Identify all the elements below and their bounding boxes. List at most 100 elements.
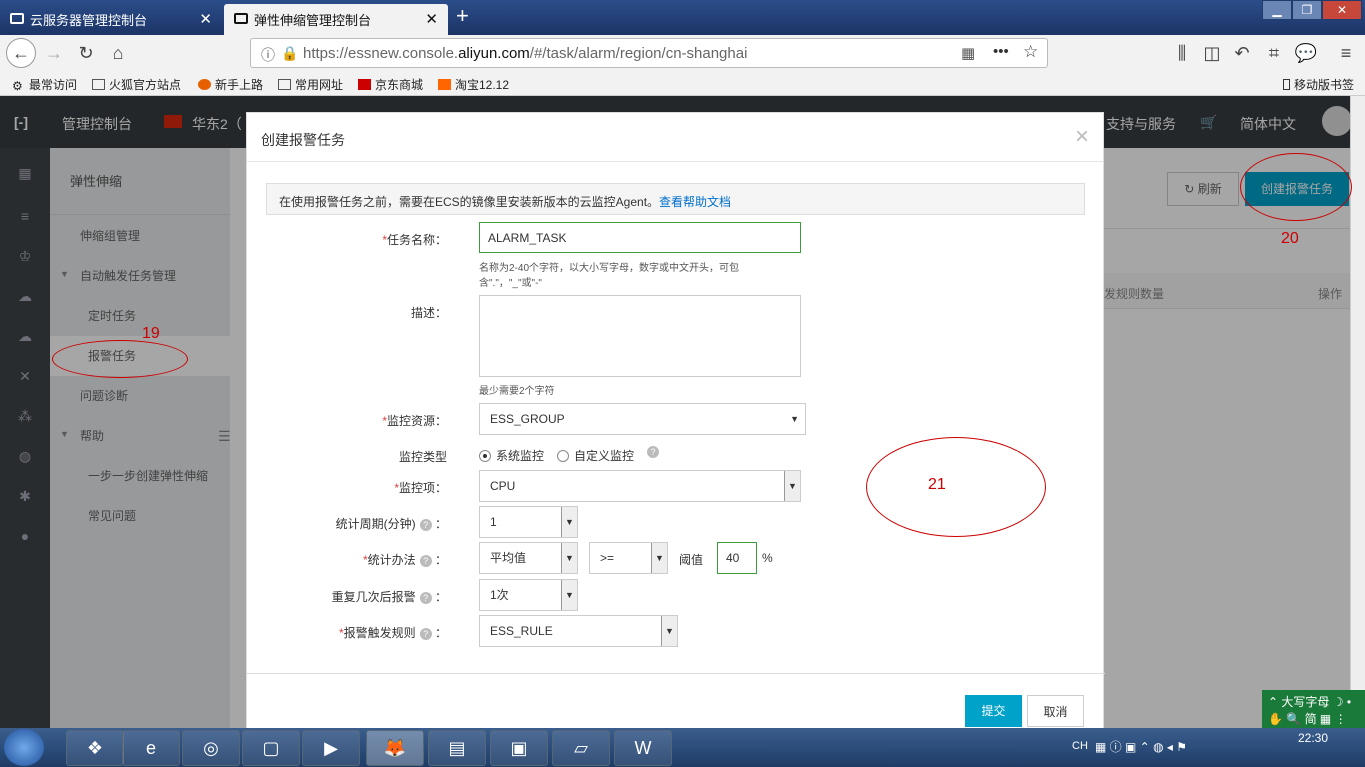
monitor-type-label: 监控类型: [398, 450, 447, 464]
rule-label: *报警触发规则? ：: [338, 626, 447, 640]
help-icon[interactable]: ?: [419, 628, 432, 640]
forward-button[interactable]: →: [40, 39, 68, 67]
description-label: 描述：: [410, 306, 447, 320]
bookmark-firefox-site[interactable]: 火狐官方站点: [92, 76, 181, 93]
window-close-button[interactable]: ✕: [1322, 0, 1362, 20]
word-app-icon[interactable]: W: [614, 730, 672, 766]
annotation-ellipse-21: [866, 437, 1046, 537]
caret-down-icon: ▼: [651, 543, 667, 573]
divider: [247, 161, 1103, 162]
browser-nav-bar: ← → ↻ ⌂ ⓘ 🔒 https://essnew.console.aliyu…: [0, 35, 1365, 71]
rule-select[interactable]: ESS_RULE ▼: [479, 615, 678, 647]
annotation-ellipse-20: [1240, 153, 1352, 221]
console-icon: [234, 13, 248, 24]
repeat-select[interactable]: 1次 ▼: [479, 579, 578, 611]
close-icon[interactable]: ✕: [425, 10, 438, 28]
ime-mode-label: ✋ 🔍 简 ▦ ⋮: [1268, 712, 1347, 726]
task-name-input[interactable]: ALARM_TASK: [479, 222, 801, 253]
qrcode-icon[interactable]: ▦: [961, 44, 975, 62]
firefox-app-icon[interactable]: 🦊: [366, 730, 424, 766]
home-button[interactable]: ⌂: [104, 39, 132, 67]
folder-icon: [278, 79, 291, 90]
help-icon[interactable]: ?: [647, 446, 659, 458]
radio-custom-monitor[interactable]: 自定义监控: [557, 447, 634, 464]
threshold-unit: %: [762, 551, 773, 565]
back-button[interactable]: ←: [6, 38, 36, 68]
annotation-label-20: 20: [1281, 230, 1299, 247]
maximize-button[interactable]: ❐: [1292, 0, 1322, 20]
reload-button[interactable]: ↻: [72, 39, 100, 67]
ie-app-icon[interactable]: e: [122, 730, 180, 766]
period-select[interactable]: 1 ▼: [479, 506, 578, 538]
task-name-hint: 名称为2-40个字符，以大小写字母，数字或中文开头，可包含"."，"_"或"-": [479, 263, 740, 289]
close-icon[interactable]: ✕: [199, 10, 212, 28]
undo-icon[interactable]: ↶: [1228, 39, 1256, 67]
threshold-label: 阈值: [679, 553, 704, 567]
new-tab-button[interactable]: +: [456, 3, 469, 29]
library-icon[interactable]: ⫼: [1168, 39, 1196, 67]
metric-label: *监控项：: [394, 481, 447, 495]
bookmark-common-sites[interactable]: 常用网址: [278, 76, 343, 93]
radio-unchecked-icon: [557, 450, 569, 462]
menu-icon[interactable]: ≡: [1332, 39, 1360, 67]
notepad-app-icon[interactable]: ▱: [552, 730, 610, 766]
tab-label: 弹性伸缩管理控制台: [254, 13, 372, 28]
explorer-app-icon[interactable]: ❖: [66, 730, 124, 766]
folder-icon: [92, 79, 105, 90]
iqiyi-app-icon[interactable]: ▢: [242, 730, 300, 766]
bookmark-mobile[interactable]: 移动版书签: [1283, 76, 1354, 93]
info-icon[interactable]: ⓘ: [261, 45, 275, 65]
annotation-label-19: 19: [142, 325, 160, 342]
tray-icons[interactable]: ▦ ⓘ ▣ ⌃ ◍ ◂ ⚑: [1095, 738, 1187, 755]
folder-app-icon[interactable]: ▤: [428, 730, 486, 766]
operator-select[interactable]: >= ▼: [589, 542, 668, 574]
submit-button[interactable]: 提交: [965, 695, 1022, 727]
dialog-title: 创建报警任务: [261, 132, 345, 148]
bookmark-most-visited[interactable]: ⚙ 最常访问: [12, 76, 77, 93]
chat-icon[interactable]: 💬: [1292, 39, 1320, 67]
cancel-button[interactable]: 取消: [1027, 695, 1084, 727]
address-bar[interactable]: ⓘ 🔒 https://essnew.console.aliyun.com/#/…: [250, 38, 1048, 68]
browser-tab-ecs[interactable]: 云服务器管理控制台 ✕: [0, 4, 222, 35]
description-textarea[interactable]: [479, 295, 801, 377]
sidebar-icon[interactable]: ◫: [1198, 39, 1226, 67]
help-doc-link[interactable]: 查看帮助文档: [659, 195, 731, 209]
repeat-label: 重复几次后报警? ：: [331, 590, 447, 604]
metric-select[interactable]: CPU ▼: [479, 470, 801, 502]
phone-icon: [1283, 79, 1290, 90]
ime-toolbar[interactable]: ⌃ 大写字母 ☽ • ✋ 🔍 简 ▦ ⋮: [1262, 690, 1365, 728]
console-icon: [10, 13, 24, 24]
remote-desktop-app-icon[interactable]: ▣: [490, 730, 548, 766]
caret-down-icon: ▼: [784, 471, 800, 501]
page-scrollbar[interactable]: [1350, 96, 1365, 728]
windows-taskbar: ❖ e ◎ ▢ ▶ 🦊 ▤ ▣ ▱ W CH ▦ ⓘ ▣ ⌃ ◍ ◂ ⚑ 22:…: [0, 728, 1365, 767]
start-button[interactable]: [4, 729, 44, 766]
annotation-label-21: 21: [928, 476, 946, 493]
help-icon[interactable]: ?: [419, 555, 432, 567]
bookmark-jd[interactable]: 京东商城: [358, 76, 423, 93]
help-icon[interactable]: ?: [419, 592, 432, 604]
taobao-icon: [438, 79, 451, 90]
create-alarm-task-dialog: 创建报警任务 × 在使用报警任务之前，需要在ECS的镜像里安装新版本的云监控Ag…: [246, 112, 1105, 732]
crop-icon[interactable]: ⌗: [1260, 39, 1288, 67]
star-icon[interactable]: ☆: [1023, 42, 1038, 62]
bookmark-getting-started[interactable]: 新手上路: [198, 76, 263, 93]
url-text: https://essnew.console.aliyun.com/#/task…: [303, 45, 748, 62]
help-icon[interactable]: ?: [419, 519, 432, 531]
threshold-input[interactable]: 40: [717, 542, 757, 574]
close-icon[interactable]: ×: [1075, 123, 1089, 151]
resource-select[interactable]: ESS_GROUP ▼: [479, 403, 806, 435]
bookmark-taobao[interactable]: 淘宝12.12: [438, 76, 509, 93]
language-indicator[interactable]: CH: [1072, 740, 1088, 752]
more-icon[interactable]: •••: [993, 43, 1009, 60]
media-player-app-icon[interactable]: ▶: [302, 730, 360, 766]
annotation-ellipse-19: [52, 340, 188, 378]
gear-icon: ⚙: [12, 79, 23, 93]
radio-system-monitor[interactable]: 系统监控: [479, 447, 544, 464]
clock[interactable]: 22:30: [1298, 731, 1328, 745]
browser-360-app-icon[interactable]: ◎: [182, 730, 240, 766]
method-select[interactable]: 平均值 ▼: [479, 542, 578, 574]
lock-icon: 🔒: [281, 45, 299, 61]
browser-tab-ess[interactable]: 弹性伸缩管理控制台 ✕: [224, 4, 448, 35]
minimize-button[interactable]: ▁: [1262, 0, 1292, 20]
